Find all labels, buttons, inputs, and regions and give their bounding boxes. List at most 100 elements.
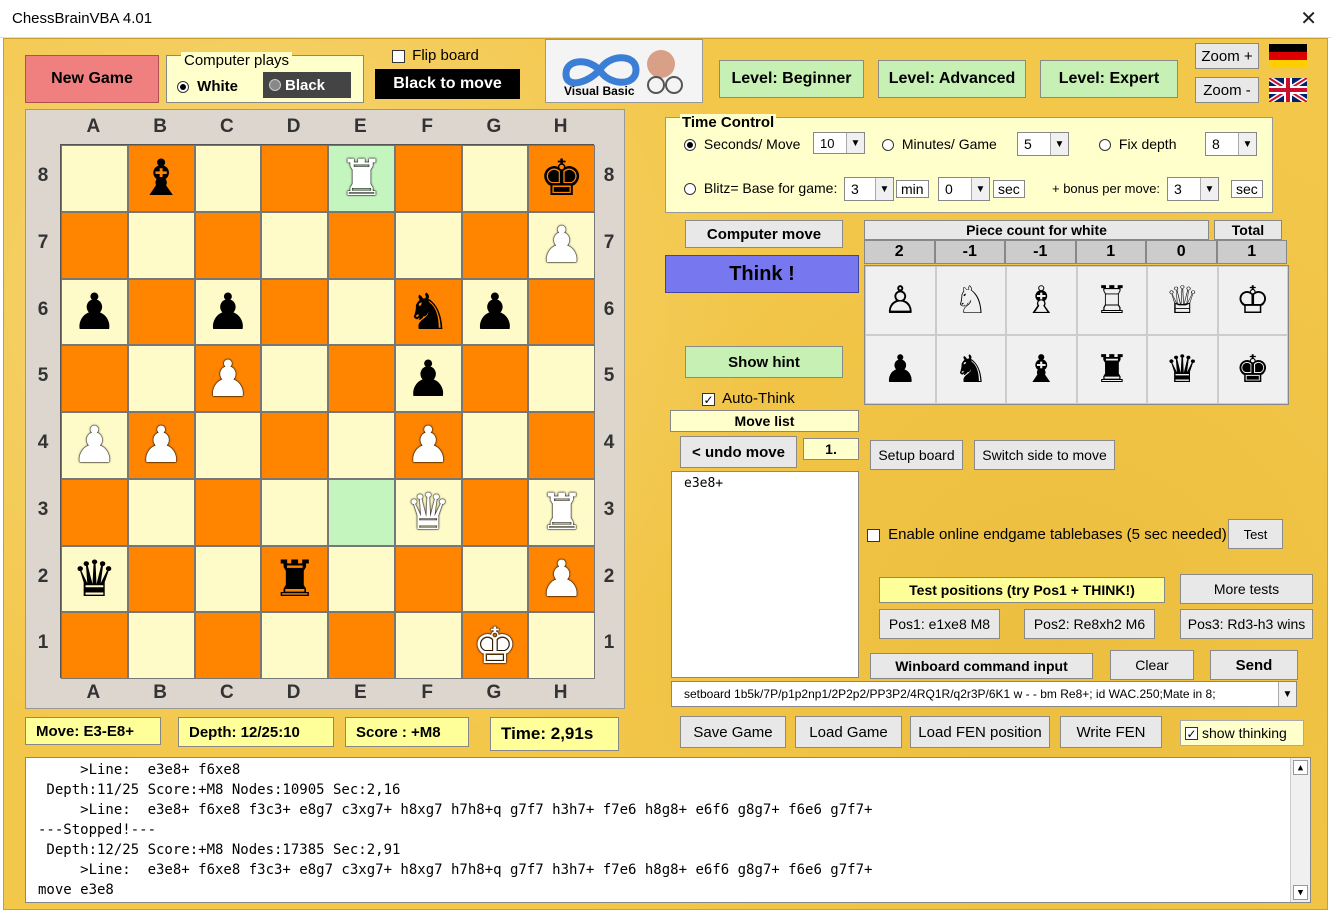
seconds-move-radio[interactable]: Seconds/ Move <box>684 136 800 152</box>
chess-board[interactable]: ♝ ♜ ♚ ♟ ♟ ♟ ♞ ♟ ♟ ♟ ♟ ♟ ♟ ♛ ♜ ♛ ♜ ♟ ♚ <box>60 144 595 679</box>
square-a4[interactable]: ♟ <box>61 412 128 479</box>
level-advanced-button[interactable]: Level: Advanced <box>878 60 1026 98</box>
square-h2[interactable]: ♟ <box>528 545 595 613</box>
square-c5[interactable]: ♟ <box>194 345 262 412</box>
square-b8[interactable]: ♝ <box>127 145 195 212</box>
square-f7[interactable] <box>394 211 462 279</box>
tablebase-check[interactable] <box>867 528 880 542</box>
black-pawn-icon[interactable]: ♟ <box>205 287 250 337</box>
square-d4[interactable] <box>261 412 328 479</box>
show-thinking-check[interactable]: ✓ <box>1185 726 1198 740</box>
square-g6[interactable]: ♟ <box>461 278 529 346</box>
square-a5[interactable] <box>61 345 128 412</box>
square-d1[interactable] <box>261 612 328 679</box>
black-radio[interactable]: Black <box>263 72 351 98</box>
square-b6[interactable] <box>127 278 195 346</box>
square-d3[interactable] <box>261 478 328 546</box>
scroll-down-icon[interactable]: ▼ <box>1293 885 1308 900</box>
square-d6[interactable] <box>261 278 328 346</box>
minutes-game-radio-dot[interactable] <box>882 139 894 152</box>
black-pawn-icon[interactable]: ♟ <box>72 287 117 337</box>
square-c7[interactable] <box>194 211 262 279</box>
white-pawn-icon[interactable]: ♟ <box>139 420 184 470</box>
auto-think-checkbox[interactable]: ✓ Auto-Think <box>702 390 795 407</box>
square-b7[interactable] <box>127 211 195 279</box>
square-g4[interactable] <box>461 412 529 479</box>
square-e6[interactable] <box>328 278 395 346</box>
console-scrollbar[interactable]: ▲ ▼ <box>1290 758 1310 902</box>
square-f5[interactable]: ♟ <box>394 345 462 412</box>
square-a3[interactable] <box>61 478 128 546</box>
auto-think-check[interactable]: ✓ <box>702 392 715 406</box>
white-radio-dot[interactable] <box>177 81 189 94</box>
square-e2[interactable] <box>328 545 395 613</box>
square-g2[interactable] <box>461 545 529 613</box>
chevron-down-icon[interactable]: ▼ <box>846 133 864 153</box>
show-hint-button[interactable]: Show hint <box>685 346 843 378</box>
square-g8[interactable] <box>461 145 529 212</box>
square-e7[interactable] <box>328 211 395 279</box>
chevron-down-icon[interactable]: ▼ <box>971 178 989 200</box>
thinking-console[interactable]: >Line: e3e8+ f6xe8 Depth:11/25 Score:+M8… <box>25 757 1311 903</box>
close-icon[interactable]: ✕ <box>1300 6 1317 31</box>
minutes-game-select[interactable]: 5 ▼ <box>1017 132 1069 156</box>
fix-depth-radio[interactable]: Fix depth <box>1099 136 1176 152</box>
square-h1[interactable] <box>528 612 595 679</box>
more-tests-button[interactable]: More tests <box>1180 574 1313 604</box>
german-flag-icon[interactable] <box>1269 44 1307 68</box>
clear-button[interactable]: Clear <box>1110 650 1194 680</box>
square-e8[interactable]: ♜ <box>328 145 395 212</box>
fix-depth-select[interactable]: 8 ▼ <box>1205 132 1257 156</box>
square-f1[interactable] <box>394 612 462 679</box>
square-a1[interactable] <box>61 612 128 679</box>
new-game-button[interactable]: New Game <box>25 55 159 103</box>
computer-move-button[interactable]: Computer move <box>685 220 843 248</box>
white-pawn-icon[interactable]: ♟ <box>539 554 584 604</box>
square-d2[interactable]: ♜ <box>261 545 328 613</box>
pos3-button[interactable]: Pos3: Rd3-h3 wins <box>1180 609 1313 639</box>
white-pawn-icon[interactable]: ♟ <box>205 354 250 404</box>
pos1-button[interactable]: Pos1: e1xe8 M8 <box>879 609 1000 639</box>
level-beginner-button[interactable]: Level: Beginner <box>719 60 864 98</box>
square-b4[interactable]: ♟ <box>127 412 195 479</box>
load-fen-button[interactable]: Load FEN position <box>910 716 1050 748</box>
white-queen-icon[interactable]: ♛ <box>406 487 451 537</box>
square-c3[interactable] <box>194 478 262 546</box>
white-rook-icon[interactable]: ♜ <box>539 487 584 537</box>
square-d7[interactable] <box>261 211 328 279</box>
black-queen-icon[interactable]: ♛ <box>72 554 117 604</box>
square-h8[interactable]: ♚ <box>528 145 595 212</box>
test-button[interactable]: Test <box>1228 519 1283 549</box>
square-f8[interactable] <box>394 145 462 212</box>
pos2-button[interactable]: Pos2: Re8xh2 M6 <box>1024 609 1155 639</box>
square-c6[interactable]: ♟ <box>194 278 262 346</box>
square-e1[interactable] <box>328 612 395 679</box>
square-e4[interactable] <box>328 412 395 479</box>
square-f4[interactable]: ♟ <box>394 412 462 479</box>
chevron-down-icon[interactable]: ▼ <box>1050 133 1068 155</box>
square-c8[interactable] <box>194 145 262 212</box>
seconds-move-select[interactable]: 10 ▼ <box>813 132 865 154</box>
switch-side-button[interactable]: Switch side to move <box>974 440 1115 470</box>
square-g5[interactable] <box>461 345 529 412</box>
black-radio-dot[interactable] <box>269 79 281 91</box>
zoom-in-button[interactable]: Zoom + <box>1195 43 1259 69</box>
square-d5[interactable] <box>261 345 328 412</box>
minutes-game-radio[interactable]: Minutes/ Game <box>882 136 997 152</box>
chevron-down-icon[interactable]: ▼ <box>1238 133 1256 155</box>
square-a7[interactable] <box>61 211 128 279</box>
setup-board-button[interactable]: Setup board <box>870 440 963 470</box>
square-h4[interactable] <box>528 412 595 479</box>
square-a6[interactable]: ♟ <box>61 278 128 346</box>
save-game-button[interactable]: Save Game <box>680 716 786 748</box>
chevron-down-icon[interactable]: ▼ <box>1200 178 1218 200</box>
square-h3[interactable]: ♜ <box>528 478 595 546</box>
think-button[interactable]: Think ! <box>665 255 859 293</box>
seconds-move-radio-dot[interactable] <box>684 139 696 152</box>
square-b1[interactable] <box>127 612 195 679</box>
square-e5[interactable] <box>328 345 395 412</box>
move-list-box[interactable]: e3e8+ <box>671 471 859 678</box>
square-c4[interactable] <box>194 412 262 479</box>
square-b3[interactable] <box>127 478 195 546</box>
black-knight-icon[interactable]: ♞ <box>406 287 451 337</box>
